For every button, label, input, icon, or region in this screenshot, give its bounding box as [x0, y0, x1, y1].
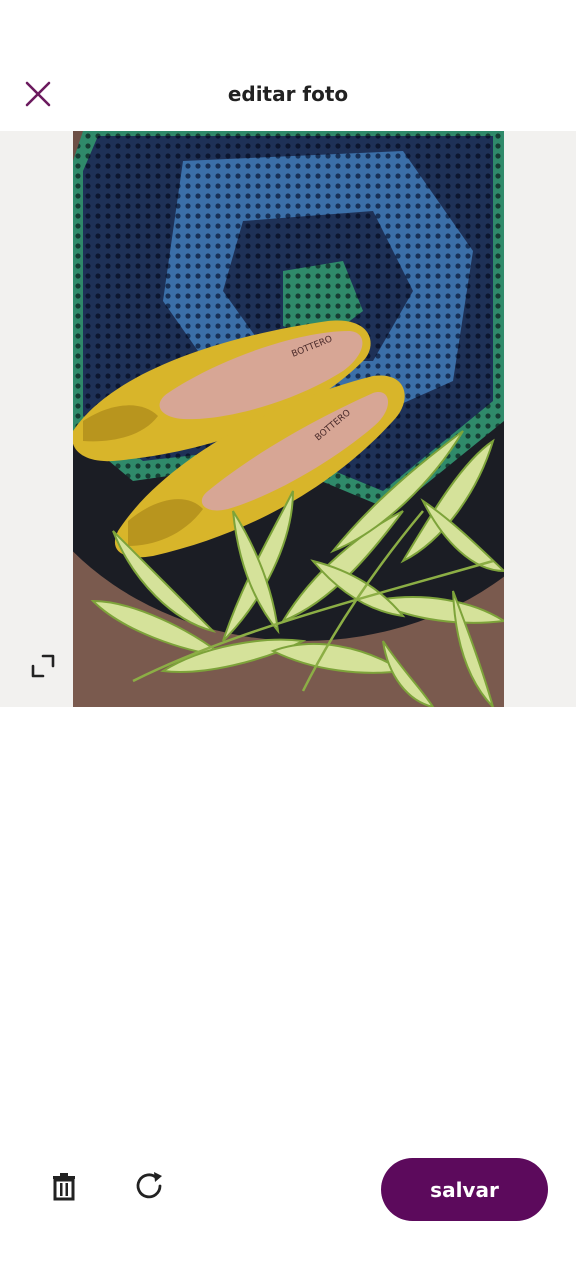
- bottom-toolbar: salvar: [0, 1150, 576, 1230]
- expand-icon: [31, 654, 55, 678]
- shoes-photo: BOTTERO BOTTERO: [73, 131, 504, 707]
- delete-button[interactable]: [44, 1166, 84, 1206]
- app-header: editar foto: [0, 60, 576, 128]
- photo-preview[interactable]: BOTTERO BOTTERO: [73, 131, 504, 707]
- photo-editor-area: BOTTERO BOTTERO: [0, 131, 576, 707]
- trash-icon: [53, 1173, 75, 1201]
- save-button[interactable]: salvar: [381, 1158, 548, 1221]
- rotate-button[interactable]: [130, 1166, 170, 1206]
- page-title: editar foto: [227, 82, 349, 106]
- expand-button[interactable]: [26, 649, 60, 683]
- rotate-icon: [136, 1172, 162, 1199]
